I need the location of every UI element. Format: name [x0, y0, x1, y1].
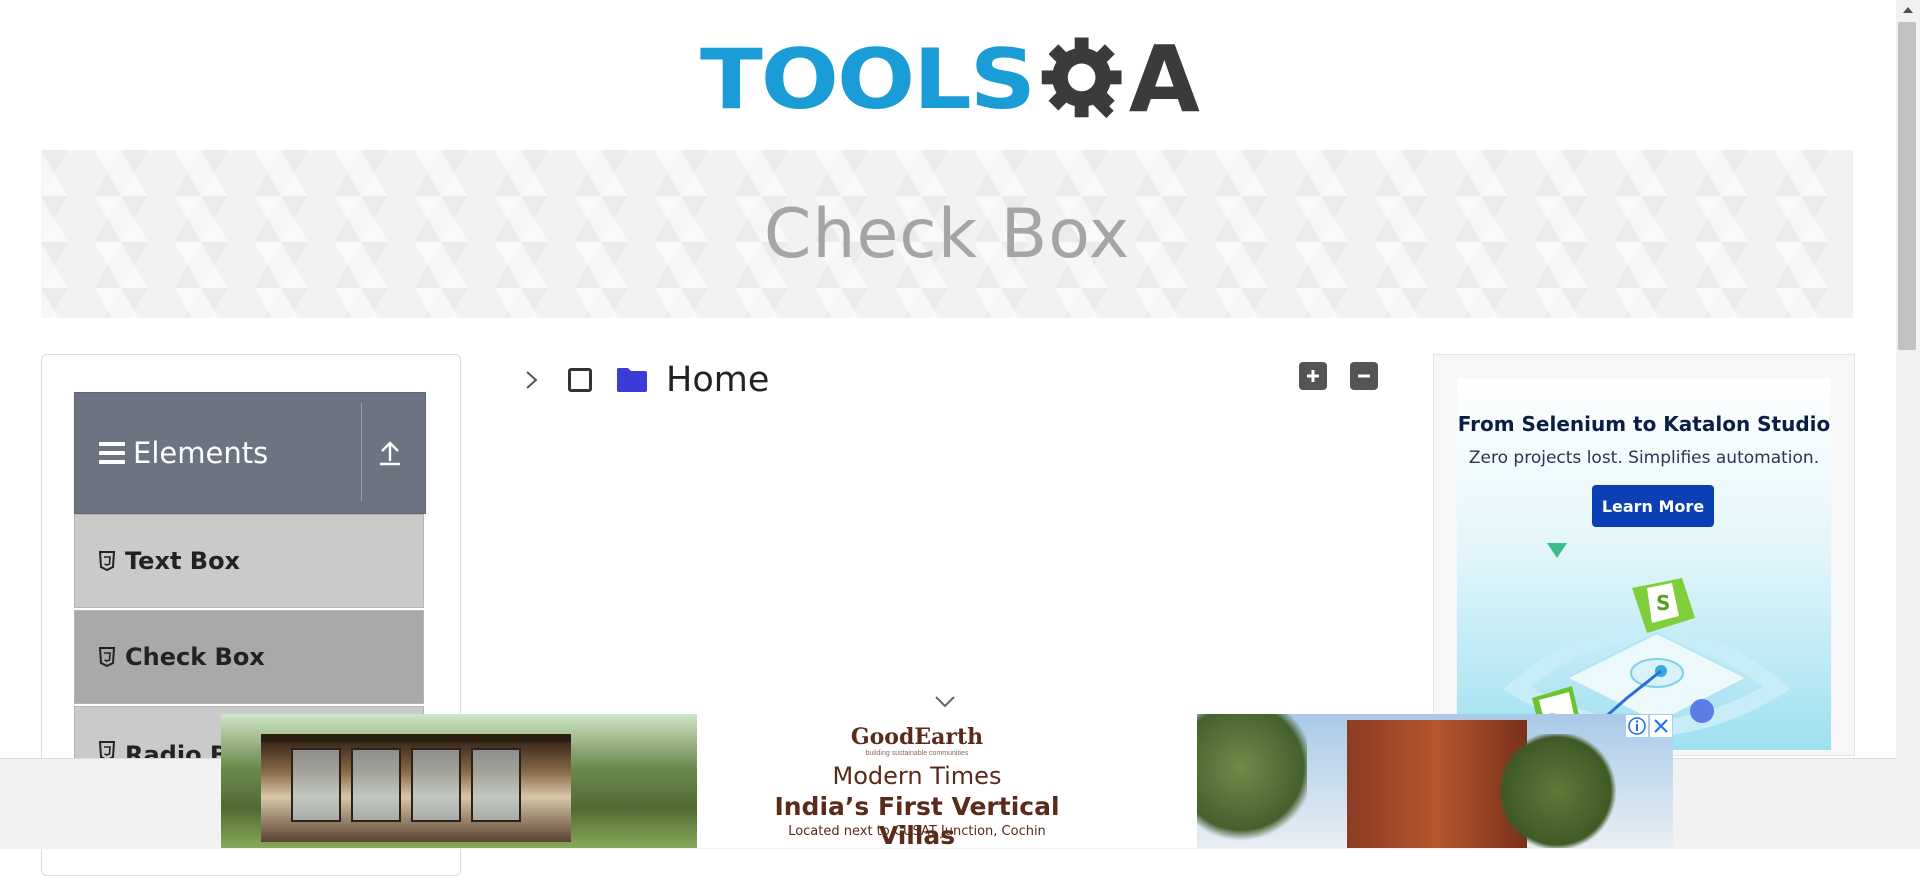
- collapse-group-icon[interactable]: [377, 439, 403, 467]
- html5-icon: [99, 551, 115, 571]
- ad-line-3: Located next to CUSAT Junction, Cochin: [788, 824, 1046, 839]
- sidebar-group-elements[interactable]: Elements: [74, 392, 426, 514]
- minus-icon: [1358, 374, 1370, 378]
- ad-headline: From Selenium to Katalon Studio: [1457, 412, 1831, 436]
- ad-line-1: Modern Times: [832, 762, 1002, 790]
- scrollbar-thumb[interactable]: [1898, 22, 1916, 350]
- ad-brand: GoodEarth: [850, 724, 984, 750]
- folder-icon: [617, 368, 647, 392]
- katalon-ad[interactable]: From Selenium to Katalon Studio Zero pro…: [1457, 378, 1831, 750]
- ad-line-2: India’s First Vertical Villas: [774, 792, 1060, 848]
- ad-subtext: Zero projects lost. Simplifies automatio…: [1468, 448, 1820, 468]
- chevron-right-icon[interactable]: [520, 369, 542, 391]
- page-banner: Check Box: [41, 150, 1853, 318]
- sidebar-item-label: Text Box: [125, 547, 241, 575]
- ad-image-building: [1197, 714, 1673, 848]
- plus-icon: [1307, 370, 1319, 382]
- checkbox-tree-root: Home: [520, 355, 769, 405]
- sidebar-item-check-box[interactable]: Check Box: [74, 610, 424, 704]
- logo-text-tools: TOOLS: [700, 31, 1036, 128]
- learn-more-button[interactable]: Learn More: [1592, 485, 1714, 527]
- gear-magnifier-icon: [1041, 37, 1122, 119]
- ad-tagline: building sustainable communities: [865, 750, 969, 757]
- page-title: Check Box: [763, 194, 1131, 274]
- home-checkbox[interactable]: [568, 368, 592, 392]
- collapse-all-button[interactable]: [1350, 362, 1378, 390]
- expand-all-button[interactable]: [1299, 362, 1327, 390]
- hamburger-icon: [99, 442, 125, 464]
- tree-node-label: Home: [666, 360, 770, 400]
- logo-text-a: A: [1128, 26, 1200, 133]
- header-divider: [361, 403, 362, 501]
- sidebar-item-text-box[interactable]: Text Box: [74, 514, 424, 608]
- scroll-up-arrow-icon[interactable]: [1896, 0, 1920, 20]
- chevron-down-icon[interactable]: [933, 694, 957, 710]
- sidebar-item-label: Check Box: [125, 643, 265, 671]
- ad-info-icon[interactable]: [1626, 715, 1648, 737]
- ad-close-icon[interactable]: [1650, 715, 1672, 737]
- goodearth-ad[interactable]: GoodEarth building sustainable communiti…: [221, 714, 1673, 848]
- sidebar-group-title: Elements: [133, 436, 269, 470]
- html5-icon: [99, 647, 115, 667]
- toolsqa-logo[interactable]: TOOLS A: [700, 20, 1200, 140]
- svg-text:S: S: [1656, 591, 1670, 615]
- ad-image-villa-interior: [221, 714, 697, 848]
